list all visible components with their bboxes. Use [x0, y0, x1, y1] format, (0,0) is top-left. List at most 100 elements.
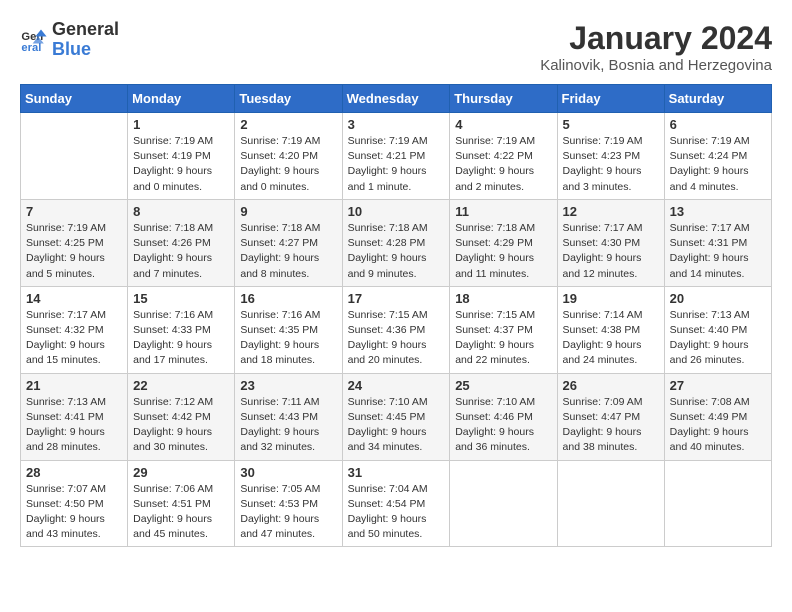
calendar-cell: 16Sunrise: 7:16 AMSunset: 4:35 PMDayligh… — [235, 286, 342, 373]
day-info: Sunrise: 7:11 AMSunset: 4:43 PMDaylight:… — [240, 395, 336, 456]
calendar-cell: 6 Sunrise: 7:19 AMSunset: 4:24 PMDaylight… — [664, 113, 771, 200]
calendar-cell: 18 Sunrise: 7:15 AMSunset: 4:37 PMDayligh… — [450, 286, 557, 373]
day-info: Sunrise: 7:18 AMSunset: 4:27 PMDaylight:… — [240, 221, 336, 282]
day-info: Sunrise: 7:19 AMSunset: 4:25 PMDaylight:… — [26, 221, 122, 282]
day-number: 26 — [563, 378, 659, 393]
day-info: Sunrise: 7:15 AMSunset: 4:36 PMDaylight:… — [348, 308, 445, 369]
day-number: 18 — [455, 291, 551, 306]
day-number: 2 — [240, 117, 336, 132]
calendar-cell: 10 Sunrise: 7:18 AMSunset: 4:28 PMDayligh… — [342, 199, 450, 286]
day-info: Sunrise: 7:19 AMSunset: 4:19 PMDaylight:… — [133, 134, 229, 195]
calendar-cell — [21, 113, 128, 200]
day-number: 21 — [26, 378, 122, 393]
day-number: 10 — [348, 204, 445, 219]
day-number: 9 — [240, 204, 336, 219]
logo-general: General — [52, 20, 119, 40]
day-number: 4 — [455, 117, 551, 132]
calendar-cell: 13 Sunrise: 7:17 AMSunset: 4:31 PMDayligh… — [664, 199, 771, 286]
calendar-cell: 9 Sunrise: 7:18 AMSunset: 4:27 PMDaylight… — [235, 199, 342, 286]
calendar-cell: 1 Sunrise: 7:19 AMSunset: 4:19 PMDaylight… — [128, 113, 235, 200]
day-info: Sunrise: 7:07 AMSunset: 4:50 PMDaylight:… — [26, 482, 122, 543]
calendar-cell: 24 Sunrise: 7:10 AMSunset: 4:45 PMDayligh… — [342, 373, 450, 460]
calendar-cell: 12 Sunrise: 7:17 AMSunset: 4:30 PMDayligh… — [557, 199, 664, 286]
day-number: 22 — [133, 378, 229, 393]
day-info: Sunrise: 7:06 AMSunset: 4:51 PMDaylight:… — [133, 482, 229, 543]
calendar-cell: 8Sunrise: 7:18 AMSunset: 4:26 PMDaylight… — [128, 199, 235, 286]
day-info: Sunrise: 7:08 AMSunset: 4:49 PMDaylight:… — [670, 395, 766, 456]
calendar-cell: 20 Sunrise: 7:13 AMSunset: 4:40 PMDayligh… — [664, 286, 771, 373]
day-number: 27 — [670, 378, 766, 393]
day-number: 30 — [240, 465, 336, 480]
calendar-cell — [450, 460, 557, 547]
calendar-cell: 27 Sunrise: 7:08 AMSunset: 4:49 PMDayligh… — [664, 373, 771, 460]
day-info: Sunrise: 7:05 AMSunset: 4:53 PMDaylight:… — [240, 482, 336, 543]
weekday-header-saturday: Saturday — [664, 85, 771, 113]
day-info: Sunrise: 7:04 AMSunset: 4:54 PMDaylight:… — [348, 482, 445, 543]
day-number: 3 — [348, 117, 445, 132]
day-info: Sunrise: 7:19 AMSunset: 4:24 PMDaylight:… — [670, 134, 766, 195]
day-number: 6 — [670, 117, 766, 132]
title-block: January 2024 Kalinovik, Bosnia and Herze… — [540, 20, 772, 74]
calendar-cell: 17 Sunrise: 7:15 AMSunset: 4:36 PMDayligh… — [342, 286, 450, 373]
day-number: 25 — [455, 378, 551, 393]
day-number: 19 — [563, 291, 659, 306]
day-number: 28 — [26, 465, 122, 480]
day-info: Sunrise: 7:19 AMSunset: 4:23 PMDaylight:… — [563, 134, 659, 195]
day-number: 31 — [348, 465, 445, 480]
calendar-cell: 23 Sunrise: 7:11 AMSunset: 4:43 PMDayligh… — [235, 373, 342, 460]
calendar-cell — [664, 460, 771, 547]
day-info: Sunrise: 7:12 AMSunset: 4:42 PMDaylight:… — [133, 395, 229, 456]
calendar-cell: 2 Sunrise: 7:19 AMSunset: 4:20 PMDaylight… — [235, 113, 342, 200]
calendar-cell: 29 Sunrise: 7:06 AMSunset: 4:51 PMDayligh… — [128, 460, 235, 547]
day-info: Sunrise: 7:19 AMSunset: 4:21 PMDaylight:… — [348, 134, 445, 195]
calendar-cell: 28 Sunrise: 7:07 AMSunset: 4:50 PMDayligh… — [21, 460, 128, 547]
calendar-cell: 31 Sunrise: 7:04 AMSunset: 4:54 PMDayligh… — [342, 460, 450, 547]
day-number: 11 — [455, 204, 551, 219]
day-info: Sunrise: 7:17 AMSunset: 4:30 PMDaylight:… — [563, 221, 659, 282]
day-info: Sunrise: 7:17 AMSunset: 4:31 PMDaylight:… — [670, 221, 766, 282]
calendar-cell: 21 Sunrise: 7:13 AMSunset: 4:41 PMDayligh… — [21, 373, 128, 460]
day-number: 15 — [133, 291, 229, 306]
day-number: 1 — [133, 117, 229, 132]
logo: Gen eral General Blue — [20, 20, 119, 60]
calendar-header: SundayMondayTuesdayWednesdayThursdayFrid… — [21, 85, 772, 113]
day-number: 24 — [348, 378, 445, 393]
day-number: 29 — [133, 465, 229, 480]
calendar-cell: 25 Sunrise: 7:10 AMSunset: 4:46 PMDayligh… — [450, 373, 557, 460]
day-number: 23 — [240, 378, 336, 393]
calendar-cell: 11 Sunrise: 7:18 AMSunset: 4:29 PMDayligh… — [450, 199, 557, 286]
day-info: Sunrise: 7:10 AMSunset: 4:45 PMDaylight:… — [348, 395, 445, 456]
calendar-table: SundayMondayTuesdayWednesdayThursdayFrid… — [20, 84, 772, 547]
day-number: 17 — [348, 291, 445, 306]
day-info: Sunrise: 7:13 AMSunset: 4:41 PMDaylight:… — [26, 395, 122, 456]
logo-icon: Gen eral — [20, 26, 48, 54]
weekday-header-monday: Monday — [128, 85, 235, 113]
day-info: Sunrise: 7:14 AMSunset: 4:38 PMDaylight:… — [563, 308, 659, 369]
day-number: 20 — [670, 291, 766, 306]
day-number: 7 — [26, 204, 122, 219]
day-info: Sunrise: 7:18 AMSunset: 4:26 PMDaylight:… — [133, 221, 229, 282]
calendar-cell: 4Sunrise: 7:19 AMSunset: 4:22 PMDaylight… — [450, 113, 557, 200]
day-info: Sunrise: 7:17 AMSunset: 4:32 PMDaylight:… — [26, 308, 122, 369]
calendar-cell: 19 Sunrise: 7:14 AMSunset: 4:38 PMDayligh… — [557, 286, 664, 373]
svg-text:eral: eral — [21, 42, 41, 54]
calendar-cell: 7 Sunrise: 7:19 AMSunset: 4:25 PMDaylight… — [21, 199, 128, 286]
calendar-cell — [557, 460, 664, 547]
day-info: Sunrise: 7:15 AMSunset: 4:37 PMDaylight:… — [455, 308, 551, 369]
weekday-header-tuesday: Tuesday — [235, 85, 342, 113]
weekday-header-friday: Friday — [557, 85, 664, 113]
page-header: Gen eral General Blue January 2024 Kalin… — [20, 20, 772, 74]
day-info: Sunrise: 7:19 AMSunset: 4:20 PMDaylight:… — [240, 134, 336, 195]
day-number: 16 — [240, 291, 336, 306]
day-info: Sunrise: 7:13 AMSunset: 4:40 PMDaylight:… — [670, 308, 766, 369]
month-title: January 2024 — [540, 20, 772, 57]
day-info: Sunrise: 7:18 AMSunset: 4:29 PMDaylight:… — [455, 221, 551, 282]
calendar-cell: 22 Sunrise: 7:12 AMSunset: 4:42 PMDayligh… — [128, 373, 235, 460]
day-number: 13 — [670, 204, 766, 219]
weekday-header-thursday: Thursday — [450, 85, 557, 113]
day-info: Sunrise: 7:10 AMSunset: 4:46 PMDaylight:… — [455, 395, 551, 456]
day-info: Sunrise: 7:18 AMSunset: 4:28 PMDaylight:… — [348, 221, 445, 282]
day-number: 12 — [563, 204, 659, 219]
day-info: Sunrise: 7:16 AMSunset: 4:33 PMDaylight:… — [133, 308, 229, 369]
day-info: Sunrise: 7:09 AMSunset: 4:47 PMDaylight:… — [563, 395, 659, 456]
